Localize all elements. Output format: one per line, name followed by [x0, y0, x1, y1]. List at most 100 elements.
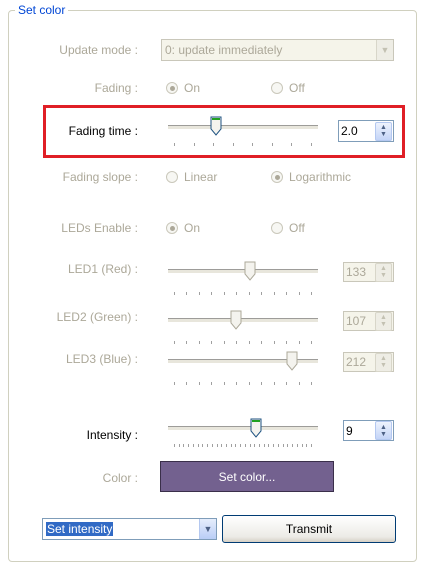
slider-tick: [221, 444, 222, 447]
slider-tick: [240, 444, 241, 447]
slider-tick: [174, 292, 175, 295]
slider-tick: [311, 382, 312, 385]
slider-thumb[interactable]: [244, 261, 256, 281]
led2-value: 107: [346, 314, 367, 328]
action-select[interactable]: Set intensity ▼: [42, 518, 217, 540]
led3-spinner[interactable]: 212 ▲ ▼: [343, 352, 394, 372]
logarithmic-label: Logarithmic: [289, 170, 352, 184]
fading-on-label: On: [184, 81, 201, 95]
slider-tick: [199, 382, 200, 385]
set-color-button-label: Set color...: [218, 469, 276, 484]
led1-label: LED1 (Red) :: [67, 262, 138, 276]
slider-tick: [231, 444, 232, 447]
fading-on-radio[interactable]: On: [166, 81, 200, 95]
slider-tick: [211, 382, 212, 385]
spin-updown-icon[interactable]: ▲ ▼: [375, 262, 392, 282]
leds-enable-on-radio[interactable]: On: [166, 221, 200, 235]
fading-off-radio[interactable]: Off: [271, 81, 305, 95]
set-color-button[interactable]: Set color...: [160, 461, 334, 492]
radio-selected-icon: [166, 222, 178, 234]
slider-tick: [286, 382, 287, 385]
slider-tick: [174, 382, 175, 385]
spin-updown-icon[interactable]: ▲ ▼: [375, 311, 392, 331]
slider-tick: [174, 444, 175, 447]
slider-tick: [274, 341, 275, 344]
slider-tick: [311, 292, 312, 295]
slider-tick: [224, 292, 225, 295]
action-select-value: Set intensity: [46, 522, 114, 536]
slider-tick: [278, 444, 279, 447]
slider-track: [168, 318, 318, 323]
slider-tick: [174, 341, 175, 344]
radio-unselected-icon: [271, 82, 283, 94]
spin-updown-icon[interactable]: ▲ ▼: [375, 352, 392, 372]
slider-tick: [199, 292, 200, 295]
slider-tick: [286, 292, 287, 295]
slider-tick: [297, 444, 298, 447]
leds-enable-label: LEDs Enable :: [61, 221, 138, 235]
leds-on-label: On: [184, 221, 201, 235]
slider-tick: [226, 444, 227, 447]
fading-slope-log-radio[interactable]: Logarithmic: [271, 170, 351, 184]
slider-tick: [261, 292, 262, 295]
slider-ticks: [174, 292, 312, 296]
slider-tick: [211, 341, 212, 344]
leds-off-label: Off: [289, 221, 305, 235]
slider-tick: [186, 341, 187, 344]
slider-tick: [249, 292, 250, 295]
leds-enable-off-radio[interactable]: Off: [271, 221, 305, 235]
slider-tick: [188, 444, 189, 447]
slider-tick: [283, 444, 284, 447]
led1-spinner[interactable]: 133 ▲ ▼: [343, 262, 394, 282]
radio-unselected-icon: [166, 171, 178, 183]
slider-tick: [224, 341, 225, 344]
slider-track: [168, 269, 318, 274]
led2-label: LED2 (Green) :: [56, 310, 138, 324]
slider-tick: [306, 444, 307, 447]
transmit-button-label: Transmit: [285, 522, 333, 536]
slider-tick: [236, 341, 237, 344]
slider-tick: [299, 382, 300, 385]
radio-unselected-icon: [271, 222, 283, 234]
slider-tick: [202, 444, 203, 447]
slider-tick: [261, 382, 262, 385]
slider-tick: [212, 444, 213, 447]
chevron-down-icon: ▼: [199, 519, 216, 539]
slider-tick: [254, 444, 255, 447]
fading-slope-label: Fading slope :: [62, 170, 138, 184]
slider-tick: [311, 341, 312, 344]
update-mode-select[interactable]: 0: update immediately ▼: [161, 39, 394, 61]
intensity-spinner[interactable]: 9 ▲ ▼: [343, 420, 394, 441]
slider-tick: [236, 292, 237, 295]
slider-tick: [249, 382, 250, 385]
slider-tick: [261, 341, 262, 344]
slider-track: [168, 426, 318, 431]
slider-tick: [224, 382, 225, 385]
slider-thumb[interactable]: [250, 418, 262, 438]
intensity-value: 9: [346, 423, 353, 438]
slider-tick: [287, 444, 288, 447]
slider-tick: [250, 444, 251, 447]
fading-slope-linear-radio[interactable]: Linear: [166, 170, 217, 184]
slider-tick: [299, 292, 300, 295]
slider-tick: [274, 292, 275, 295]
slider-tick: [302, 444, 303, 447]
slider-thumb[interactable]: [230, 310, 242, 330]
spin-updown-icon[interactable]: ▲ ▼: [375, 421, 392, 440]
slider-ticks: [174, 341, 312, 345]
slider-tick: [211, 292, 212, 295]
update-mode-label: Update mode :: [59, 43, 138, 57]
fading-label: Fading :: [94, 81, 138, 95]
led3-label: LED3 (Blue) :: [65, 352, 138, 366]
slider-tick: [286, 341, 287, 344]
led1-value: 133: [346, 265, 367, 279]
slider-tick: [235, 444, 236, 447]
slider-tick: [274, 382, 275, 385]
slider-thumb[interactable]: [286, 351, 298, 371]
slider-tick: [179, 444, 180, 447]
slider-tick: [186, 382, 187, 385]
slider-tick: [249, 341, 250, 344]
transmit-button[interactable]: Transmit: [222, 515, 396, 543]
led2-spinner[interactable]: 107 ▲ ▼: [343, 311, 394, 331]
slider-tick: [311, 444, 312, 447]
